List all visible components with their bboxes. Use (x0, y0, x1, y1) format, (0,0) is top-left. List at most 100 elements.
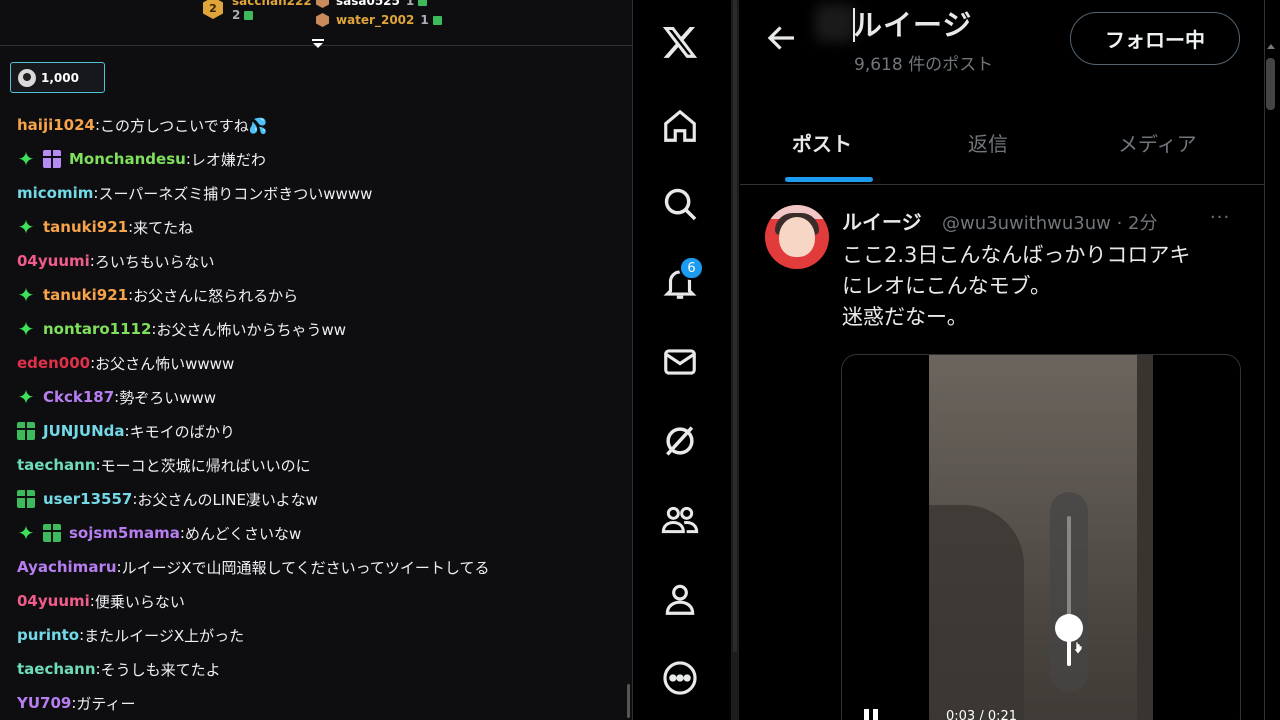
channel-points-button[interactable]: 1,000 (10, 62, 105, 93)
leaderboard-entry[interactable]: 2 sacchan222 2 (203, 0, 312, 22)
profile-name: ルイージ (853, 8, 973, 42)
chat-username[interactable]: Ckck187 (43, 388, 114, 406)
tweet-author-name[interactable]: ルイージ (842, 206, 922, 235)
following-button[interactable]: フォロー中 (1070, 12, 1240, 65)
chat-message-text: キモイのばかり (129, 422, 235, 441)
chat-message: 04yuumi: ろいちもいらない (0, 244, 632, 278)
messages-icon[interactable] (660, 342, 700, 382)
channel-points-icon (18, 68, 36, 87)
chat-username[interactable]: tanuki921 (43, 218, 128, 236)
chat-message: ✦ tanuki921: 来てたね (0, 210, 632, 244)
chat-username[interactable]: purinto (17, 626, 79, 644)
chat-username[interactable]: haiji1024 (17, 116, 95, 134)
chat-username[interactable]: 04yuumi (17, 252, 90, 270)
profile-scrollbar[interactable] (1266, 58, 1275, 110)
chat-scrollbar[interactable] (627, 684, 630, 718)
chat-message: JUNJUNda: キモイのばかり (0, 414, 632, 448)
tweet[interactable]: ルイージ @wu3uwithwu3uw · 2分 ··· ここ2.3日こんなんば… (740, 186, 1264, 720)
chat-message-text: めんどくさいなw (184, 524, 302, 543)
leaderboard-entry[interactable]: sasa0525 1 (316, 0, 428, 8)
chat-username[interactable]: micomim (17, 184, 93, 202)
chat-username[interactable]: tanuki921 (43, 286, 128, 304)
chat-message: ✦ Ckck187: 勢ぞろいwww (0, 380, 632, 414)
chat-message-text: ガティー (76, 694, 136, 713)
chat-username[interactable]: taechann (17, 660, 96, 678)
more-options-icon[interactable]: ··· (1210, 207, 1240, 228)
gift-badge-icon[interactable] (43, 524, 61, 542)
volume-slider[interactable] (1050, 492, 1088, 692)
tweet-handle-time[interactable]: @wu3uwithwu3uw · 2分 (942, 209, 1158, 235)
chat-message-text: 勢ぞろいwww (119, 388, 217, 407)
leaderboard-entry[interactable]: water_2002 1 (316, 13, 442, 27)
sparkle-badge-icon[interactable]: ✦ (17, 319, 35, 339)
more-icon[interactable] (660, 658, 700, 698)
tab-posts[interactable]: ポスト (792, 128, 852, 157)
chat-message: ✦ nontaro1112: お父さん怖いからちゃうww (0, 312, 632, 346)
chat-username[interactable]: 04yuumi (17, 592, 90, 610)
home-icon[interactable] (660, 106, 700, 146)
nav-scrollbar[interactable] (731, 0, 739, 720)
chat-username[interactable]: nontaro1112 (43, 320, 151, 338)
text-caret (853, 8, 855, 42)
chat-message-text: お父さんのLINE凄いよなw (137, 490, 318, 509)
chat-message: YU709: ガティー (0, 686, 632, 720)
tweet-text: ここ2.3日こんなんばっかりコロアキ にレオにこんなモブ。 迷惑だなー。 (842, 243, 1191, 329)
sparkle-badge-icon[interactable]: ✦ (17, 523, 35, 543)
leaderboard-count: 1 (405, 0, 415, 8)
rank-badge-icon (316, 13, 329, 27)
avatar[interactable] (765, 205, 829, 269)
hand-cursor-icon (1073, 641, 1083, 655)
scroll-up-icon[interactable] (1267, 44, 1275, 49)
chat-username[interactable]: JUNJUNda (43, 422, 125, 440)
chat-message: eden000: お父さん怖いwwww (0, 346, 632, 380)
chat-message-text: またルイージX上がった (84, 626, 245, 645)
chat-message-text: スーパーネズミ捕りコンボきついwwww (98, 184, 373, 203)
grok-icon[interactable] (660, 421, 700, 461)
communities-icon[interactable] (660, 500, 700, 540)
chat-message-text: そうしも来てたよ (100, 660, 221, 679)
leaderboard-user: sacchan222 (232, 0, 312, 8)
profile-icon[interactable] (660, 579, 700, 619)
sparkle-badge-icon[interactable]: ✦ (17, 217, 35, 237)
chat-message: 04yuumi: 便乗いらない (0, 584, 632, 618)
leaderboard-count: 1 (420, 13, 429, 27)
leaderboard-user: sasa0525 (336, 0, 400, 8)
chat-username[interactable]: sojsm5mama (69, 524, 180, 542)
chat-message: Ayachimaru: ルイージXで山岡通報してくださいってツイートしてる (0, 550, 632, 584)
chat-message: taechann: モーコと茨城に帰ればいいのに (0, 448, 632, 482)
post-count: 9,618 件のポスト (854, 55, 994, 75)
chat-message: micomim: スーパーネズミ捕りコンボきついwwww (0, 176, 632, 210)
chat-message-text: レオ嫌だわ (190, 150, 266, 169)
sparkle-badge-icon[interactable]: ✦ (17, 149, 35, 169)
chat-username[interactable]: Monchandesu (69, 150, 186, 168)
collapse-leaderboard-icon[interactable] (310, 39, 326, 53)
gift-icon (244, 10, 254, 20)
gift-badge-icon[interactable] (43, 150, 61, 168)
search-icon[interactable] (660, 184, 700, 224)
volume-knob[interactable] (1055, 614, 1083, 642)
active-tab-indicator (785, 177, 873, 182)
chat-message: purinto: またルイージX上がった (0, 618, 632, 652)
video-controls: 0:03 / 0:21 (842, 695, 1240, 720)
chat-message-text: この方しつこいですね💦 (100, 116, 268, 135)
tweet-video[interactable]: 0:03 / 0:21 (841, 354, 1241, 720)
gift-icon (432, 15, 442, 25)
tab-replies[interactable]: 返信 (968, 128, 1008, 157)
gift-badge-icon[interactable] (17, 490, 35, 508)
x-logo-icon[interactable] (660, 22, 700, 62)
back-arrow-icon[interactable] (764, 20, 800, 56)
sparkle-badge-icon[interactable]: ✦ (17, 387, 35, 407)
sparkle-badge-icon[interactable]: ✦ (17, 285, 35, 305)
chat-message: ✦ tanuki921: お父さんに怒られるから (0, 278, 632, 312)
chat-message-text: ろいちもいらない (94, 252, 215, 271)
tab-media[interactable]: メディア (1118, 128, 1197, 157)
chat-username[interactable]: user13557 (43, 490, 132, 508)
chat-username[interactable]: YU709 (17, 694, 71, 712)
chat-username[interactable]: Ayachimaru (17, 558, 117, 576)
chat-message: user13557: お父さんのLINE凄いよなw (0, 482, 632, 516)
chat-username[interactable]: eden000 (17, 354, 90, 372)
gift-badge-icon[interactable] (17, 422, 35, 440)
channel-points-value: 1,000 (41, 70, 79, 85)
pause-icon[interactable] (864, 709, 880, 720)
chat-username[interactable]: taechann (17, 456, 96, 474)
